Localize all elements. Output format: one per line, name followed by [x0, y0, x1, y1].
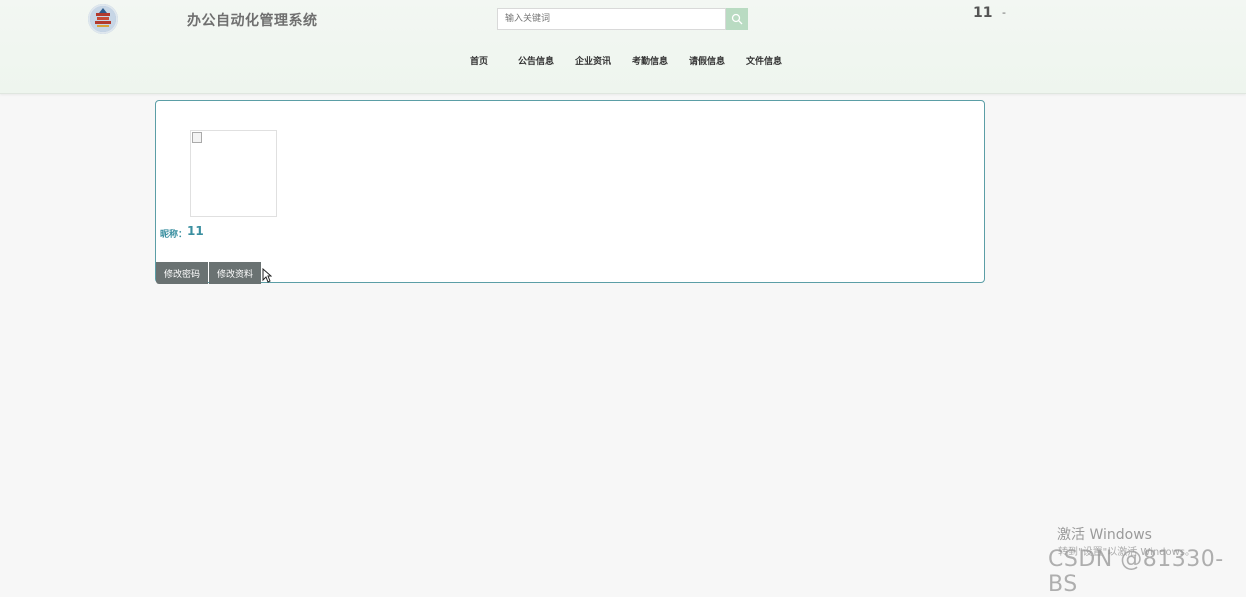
broken-image-icon: [192, 132, 202, 143]
activate-windows-title: 激活 Windows: [1057, 527, 1152, 543]
site-title: 办公自动化管理系统: [187, 13, 318, 29]
nav-home[interactable]: 首页: [470, 54, 488, 67]
change-password-button[interactable]: 修改密码: [156, 262, 208, 284]
csdn-watermark: CSDN @81330-BS: [1048, 547, 1224, 597]
nickname-label: 昵称：: [160, 230, 188, 240]
search-input[interactable]: [497, 8, 726, 30]
nav-announcements[interactable]: 公告信息: [518, 54, 554, 67]
nav-files[interactable]: 文件信息: [746, 54, 782, 67]
nickname-value: 11: [187, 224, 204, 238]
temple-emblem-icon[interactable]: [88, 4, 118, 34]
top-header: 办公自动化管理系统 11 - 首页 公告信息 企业资讯 考勤信息 请假信息 文件…: [0, 0, 1246, 94]
nav-enterprise-news[interactable]: 企业资讯: [575, 54, 611, 67]
avatar: [190, 130, 277, 217]
edit-profile-button[interactable]: 修改资料: [209, 262, 261, 284]
search-button[interactable]: [726, 8, 748, 30]
nav-attendance[interactable]: 考勤信息: [632, 54, 668, 67]
user-menu-dash[interactable]: -: [1002, 6, 1006, 19]
nav-leave[interactable]: 请假信息: [689, 54, 725, 67]
user-name[interactable]: 11: [973, 5, 992, 21]
profile-card: 昵称： 11 修改密码 修改资料: [155, 100, 985, 284]
mouse-cursor-icon: [262, 267, 273, 287]
